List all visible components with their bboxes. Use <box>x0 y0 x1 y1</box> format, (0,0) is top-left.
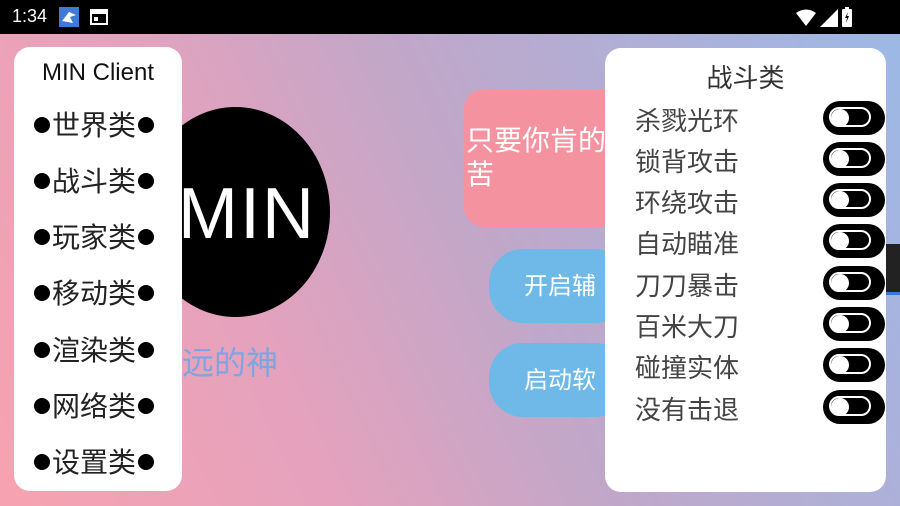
toggle-switch[interactable] <box>823 183 885 217</box>
sidebar-item-player[interactable]: 玩家类 <box>34 221 164 255</box>
bullet-icon <box>34 285 50 301</box>
toggle-switch[interactable] <box>823 307 885 341</box>
toggle-switch[interactable] <box>823 390 885 424</box>
sidebar-item-label: 世界类 <box>52 109 137 142</box>
bullet-icon <box>138 117 155 133</box>
bullet-icon <box>138 342 155 358</box>
toggle-label: 碰撞实体 <box>635 354 740 384</box>
toggle-switch[interactable] <box>823 224 885 258</box>
bullet-icon <box>34 229 50 245</box>
status-bar: 1:34 <box>0 0 900 34</box>
bullet-icon <box>34 342 50 358</box>
panel-title: 战斗类 <box>706 64 785 94</box>
status-time: 1:34 <box>12 6 48 26</box>
toggle-row: 百米大刀 <box>635 307 885 343</box>
combat-panel: 战斗类 杀戮光环 锁背攻击 环绕攻击 自动瞄准 刀刀暴击 百米大刀 碰撞实体 没… <box>605 48 886 492</box>
signal-icon <box>820 9 838 27</box>
toggle-label: 自动瞄准 <box>635 230 740 260</box>
bullet-icon <box>138 285 155 301</box>
toggle-row: 自动瞄准 <box>635 224 885 260</box>
message-text: 只要你肯的苦 <box>466 124 606 191</box>
bullet-icon <box>138 398 155 414</box>
bullet-icon <box>34 454 50 470</box>
bullet-icon <box>138 454 155 470</box>
sidebar-item-combat[interactable]: 战斗类 <box>34 165 164 199</box>
toggle-row: 没有击退 <box>635 390 885 426</box>
battery-icon <box>842 7 852 27</box>
sidebar-item-label: 玩家类 <box>52 221 137 254</box>
sidebar: MIN Client 世界类 战斗类 玩家类 移动类 渲染类 网络类 设置类 <box>14 47 182 491</box>
wifi-icon <box>796 9 816 26</box>
toggle-switch[interactable] <box>823 348 885 382</box>
toggle-label: 刀刀暴击 <box>635 272 740 302</box>
sidebar-item-label: 渲染类 <box>52 334 137 367</box>
bullet-icon <box>34 117 50 133</box>
toggle-row: 杀戮光环 <box>635 101 885 137</box>
bullet-icon <box>138 229 155 245</box>
toggle-switch[interactable] <box>823 101 885 135</box>
sidebar-item-render[interactable]: 渲染类 <box>34 334 164 368</box>
sidebar-item-network[interactable]: 网络类 <box>34 390 164 424</box>
sidebar-item-label: 网络类 <box>52 390 137 423</box>
sidebar-item-label: 移动类 <box>52 277 137 310</box>
toggle-label: 没有击退 <box>635 396 740 426</box>
bullet-icon <box>34 398 50 414</box>
bullet-icon <box>34 173 50 189</box>
sidebar-item-label: 战斗类 <box>52 165 137 198</box>
toggle-row: 刀刀暴击 <box>635 266 885 302</box>
toggle-label: 杀戮光环 <box>635 107 740 137</box>
toggle-label: 锁背攻击 <box>635 148 740 178</box>
toggle-switch[interactable] <box>823 266 885 300</box>
logo-text: MIN <box>178 174 316 254</box>
toggle-row: 锁背攻击 <box>635 142 885 178</box>
sidebar-item-settings[interactable]: 设置类 <box>34 446 164 480</box>
toggle-switch[interactable] <box>823 142 885 176</box>
bullet-icon <box>138 173 155 189</box>
sidebar-item-movement[interactable]: 移动类 <box>34 277 164 311</box>
sidebar-item-label: 设置类 <box>52 446 137 479</box>
window-app-icon <box>90 9 108 25</box>
bird-app-icon <box>59 7 79 27</box>
toggle-label: 环绕攻击 <box>635 189 740 219</box>
sidebar-item-world[interactable]: 世界类 <box>34 109 164 143</box>
toggle-row: 碰撞实体 <box>635 348 885 384</box>
subtitle-text: 远的神 <box>182 344 279 382</box>
sidebar-title: MIN Client <box>41 59 155 86</box>
toggle-label: 百米大刀 <box>635 313 740 343</box>
toggle-row: 环绕攻击 <box>635 183 885 219</box>
